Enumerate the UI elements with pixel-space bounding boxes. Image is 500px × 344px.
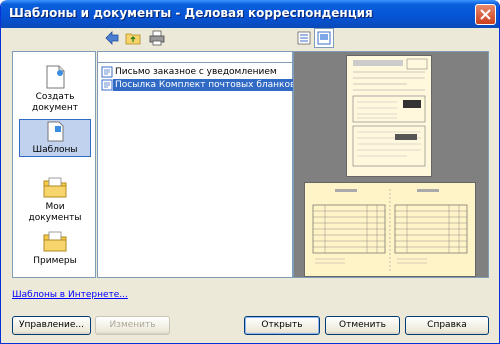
templates-icon xyxy=(47,121,64,142)
back-button[interactable] xyxy=(102,28,122,48)
view-list-icon xyxy=(297,31,311,45)
sidebar-item-label: Создать документ xyxy=(32,92,78,113)
document-template-icon xyxy=(101,66,113,77)
manage-button[interactable]: Управление... xyxy=(12,316,91,335)
window-title: Шаблоны и документы - Деловая корреспонд… xyxy=(9,6,373,20)
list-item-label: Письмо заказное с уведомлением xyxy=(115,66,277,77)
document-template-icon xyxy=(101,79,113,90)
edit-button[interactable]: Изменить xyxy=(95,316,170,335)
view-preview-button[interactable] xyxy=(314,28,334,48)
open-button[interactable]: Открыть xyxy=(244,316,320,335)
print-icon xyxy=(149,30,165,46)
sidebar-item-label: Шаблоны xyxy=(32,145,78,155)
print-button[interactable] xyxy=(147,28,167,48)
form-thumbnail-image xyxy=(352,58,428,167)
preview-page-thumbnail xyxy=(304,182,476,277)
title-bar[interactable]: Шаблоны и документы - Деловая корреспонд… xyxy=(1,0,499,28)
dialog-window: Шаблоны и документы - Деловая корреспонд… xyxy=(0,0,500,344)
new-document-icon xyxy=(46,65,65,89)
sidebar-item-templates[interactable]: Шаблоны xyxy=(19,119,91,157)
templates-online-link[interactable]: Шаблоны в Интернете... xyxy=(12,290,128,300)
view-preview-icon xyxy=(317,31,331,45)
up-folder-icon xyxy=(125,33,141,45)
places-bar: Создать документ Шаблоны Мои документы П… xyxy=(12,51,96,278)
help-button[interactable]: Справка xyxy=(405,316,489,335)
back-arrow-icon xyxy=(105,31,119,45)
preview-page-thumbnail xyxy=(346,55,432,177)
close-icon xyxy=(480,9,491,20)
preview-pane xyxy=(293,51,489,278)
list-item-label: Посылка Комплект почтовых бланков xyxy=(113,78,298,91)
view-list-button[interactable] xyxy=(294,28,314,48)
sidebar-item-examples[interactable]: Примеры xyxy=(19,230,91,267)
sidebar-item-create-document[interactable]: Создать документ xyxy=(19,64,91,114)
file-list: Письмо заказное с уведомлением Посылка К… xyxy=(97,62,298,278)
toolbar xyxy=(1,28,499,50)
list-item[interactable]: Письмо заказное с уведомлением xyxy=(101,65,279,78)
form-thumbnail-image xyxy=(312,189,468,271)
cancel-button[interactable]: Отменить xyxy=(325,316,400,335)
close-button[interactable] xyxy=(475,4,496,25)
sidebar-item-my-documents[interactable]: Мои документы xyxy=(19,176,91,224)
up-folder-button[interactable] xyxy=(123,28,143,48)
my-documents-folder-icon xyxy=(43,177,67,198)
examples-folder-icon xyxy=(43,231,67,252)
sidebar-item-label: Мои документы xyxy=(28,202,82,223)
sidebar-item-label: Примеры xyxy=(33,256,77,266)
list-item[interactable]: Посылка Комплект почтовых бланков xyxy=(101,78,298,91)
